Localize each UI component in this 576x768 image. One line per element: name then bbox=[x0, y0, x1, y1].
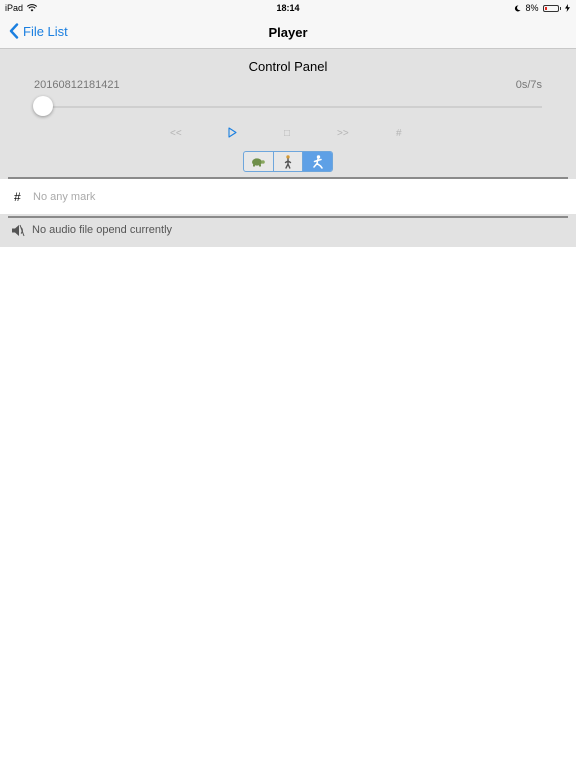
rewind-button[interactable]: << bbox=[170, 128, 182, 139]
mark-list-row: # No any mark bbox=[0, 180, 576, 213]
progress-slider-thumb[interactable] bbox=[33, 96, 53, 116]
audio-status-bar: No audio file opend currently bbox=[0, 214, 576, 247]
walker-icon bbox=[284, 154, 292, 169]
file-name: 20160812181421 bbox=[34, 79, 120, 91]
mark-empty-text: No any mark bbox=[33, 191, 96, 203]
play-icon bbox=[228, 127, 237, 138]
page-title: Player bbox=[268, 25, 308, 40]
speed-slow-segment[interactable] bbox=[244, 152, 274, 171]
moon-icon bbox=[515, 4, 521, 11]
battery-icon bbox=[542, 4, 559, 12]
mark-hash-label: # bbox=[14, 190, 21, 204]
audio-divider bbox=[8, 216, 568, 218]
add-mark-button[interactable]: # bbox=[396, 128, 402, 139]
speed-fast-segment[interactable] bbox=[303, 152, 332, 171]
turtle-icon bbox=[252, 157, 266, 166]
speaker-icon bbox=[12, 224, 25, 237]
status-time: 18:14 bbox=[276, 3, 300, 13]
audio-status-text: No audio file opend currently bbox=[32, 224, 173, 236]
speed-normal-segment[interactable] bbox=[274, 152, 304, 171]
control-panel: Control Panel 20160812181421 0s/7s << □ … bbox=[0, 49, 576, 179]
control-panel-divider bbox=[8, 177, 568, 179]
navigation-bar: File List Player bbox=[0, 16, 576, 49]
charging-icon bbox=[565, 4, 570, 12]
status-bar: iPad 18:14 8% bbox=[0, 0, 576, 16]
stop-button[interactable]: □ bbox=[284, 128, 290, 139]
battery-tip bbox=[559, 6, 561, 10]
speed-segmented-control bbox=[243, 151, 333, 172]
control-panel-title: Control Panel bbox=[248, 59, 328, 74]
status-right: 8% bbox=[514, 3, 570, 13]
play-button[interactable] bbox=[228, 127, 237, 141]
forward-button[interactable]: >> bbox=[337, 128, 349, 139]
playback-time: 0s/7s bbox=[515, 79, 542, 91]
battery-percent: 8% bbox=[525, 3, 539, 13]
progress-slider-track[interactable] bbox=[34, 106, 542, 108]
runner-icon bbox=[312, 154, 323, 169]
